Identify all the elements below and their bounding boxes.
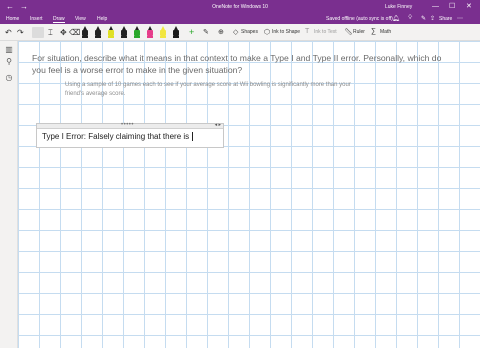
ink-to-shape-button[interactable]: Ink to Shape <box>272 29 300 35</box>
ruler-icon[interactable]: 📏︎ <box>344 28 353 39</box>
pen-6[interactable] <box>147 26 153 38</box>
lasso-select-icon[interactable] <box>32 27 44 38</box>
pen-1-color <box>82 36 88 38</box>
shapes-icon[interactable]: ◇ <box>233 28 238 39</box>
add-pen-icon[interactable]: + <box>189 27 194 38</box>
maximize-button[interactable]: ☐ <box>449 2 455 11</box>
menu-bar: Home Insert Draw View Help Saved offline… <box>0 14 480 24</box>
math-button[interactable]: Math <box>380 29 391 35</box>
pen-4-color <box>121 36 127 38</box>
pen-4[interactable] <box>121 26 127 38</box>
tab-home[interactable]: Home <box>6 16 19 22</box>
minimize-button[interactable]: — <box>432 2 439 11</box>
tab-help[interactable]: Help <box>97 16 107 22</box>
eraser-icon[interactable]: ⌫ <box>69 28 80 39</box>
notebooks-icon[interactable]: ▥ <box>4 45 14 55</box>
draw-ribbon: ↶ ↷ ⌶ ✥ ⌫ + ✎ ⊕ ◇ Shapes ⬡ Ink to Shape … <box>0 24 480 41</box>
pen-8[interactable] <box>173 26 179 38</box>
question-text: For situation, describe what it means in… <box>32 53 442 75</box>
shapes-button[interactable]: Shapes <box>241 29 258 35</box>
share-icon[interactable]: ⇪ <box>430 15 435 22</box>
pan-icon[interactable]: ✥ <box>60 28 67 39</box>
pen-5-color <box>134 36 140 38</box>
drag-dots-icon[interactable]: ••••• <box>121 122 134 128</box>
onenote-window: ← → OneNote for Windows 10 Luke Finney —… <box>0 0 480 348</box>
redo-icon[interactable]: ↷ <box>17 28 24 39</box>
share-button[interactable]: Share <box>439 16 452 22</box>
ink-replay-icon[interactable]: ✎ <box>203 28 209 39</box>
note-container-handle[interactable]: ••••• ◂ ▸ <box>37 122 223 129</box>
pen-3-color <box>108 36 114 38</box>
ink-to-text-icon[interactable]: T <box>305 28 309 39</box>
pen-8-color <box>173 36 179 38</box>
close-button[interactable]: ✕ <box>466 2 472 11</box>
user-name[interactable]: Luke Finney <box>385 4 412 10</box>
text-cursor <box>192 132 194 141</box>
pen-3[interactable] <box>108 26 114 38</box>
add-icon[interactable]: ⊕ <box>218 28 224 39</box>
pen-1[interactable] <box>82 26 88 38</box>
ink-to-text-button[interactable]: Ink to Text <box>314 29 337 35</box>
bell-icon[interactable]: 🔔︎ <box>392 15 400 22</box>
pen-2-color <box>95 36 101 38</box>
pen-6-color <box>147 36 153 38</box>
highlighter-yellow[interactable] <box>160 26 166 38</box>
pen-settings-icon[interactable]: ✎ <box>421 15 426 22</box>
note-text[interactable]: Type I Error: Falsely claiming that ther… <box>42 132 194 141</box>
note-text-content: Type I Error: Falsely claiming that ther… <box>42 132 190 141</box>
tab-view[interactable]: View <box>75 16 86 22</box>
undo-icon[interactable]: ↶ <box>5 28 12 39</box>
ink-to-shape-icon[interactable]: ⬡ <box>264 28 270 39</box>
left-sidebar: ▥ ⚲ ◷ <box>0 41 18 348</box>
lightbulb-icon[interactable]: 💡︎ <box>408 15 412 22</box>
recent-clock-icon[interactable]: ◷ <box>4 73 14 83</box>
tab-draw[interactable]: Draw <box>53 16 65 23</box>
type-text-icon[interactable]: ⌶ <box>48 28 53 39</box>
situation-text: Using a sample of 10 games each to see i… <box>65 82 351 97</box>
math-icon[interactable]: ∑ <box>371 28 376 39</box>
title-bar: ← → OneNote for Windows 10 Luke Finney —… <box>0 0 480 14</box>
search-icon[interactable]: ⚲ <box>4 57 14 67</box>
highlighter-color <box>160 36 166 38</box>
tab-insert[interactable]: Insert <box>30 16 43 22</box>
pen-5[interactable] <box>134 26 140 38</box>
more-options-icon[interactable]: ⋯ <box>457 15 463 22</box>
note-container[interactable]: ••••• ◂ ▸ Type I Error: Falsely claiming… <box>36 122 224 148</box>
ruler-button[interactable]: Ruler <box>353 29 365 35</box>
sync-status: Saved offline (auto sync is off) <box>326 16 393 22</box>
resize-arrows-icon[interactable]: ◂ ▸ <box>215 122 221 128</box>
pen-2[interactable] <box>95 26 101 38</box>
